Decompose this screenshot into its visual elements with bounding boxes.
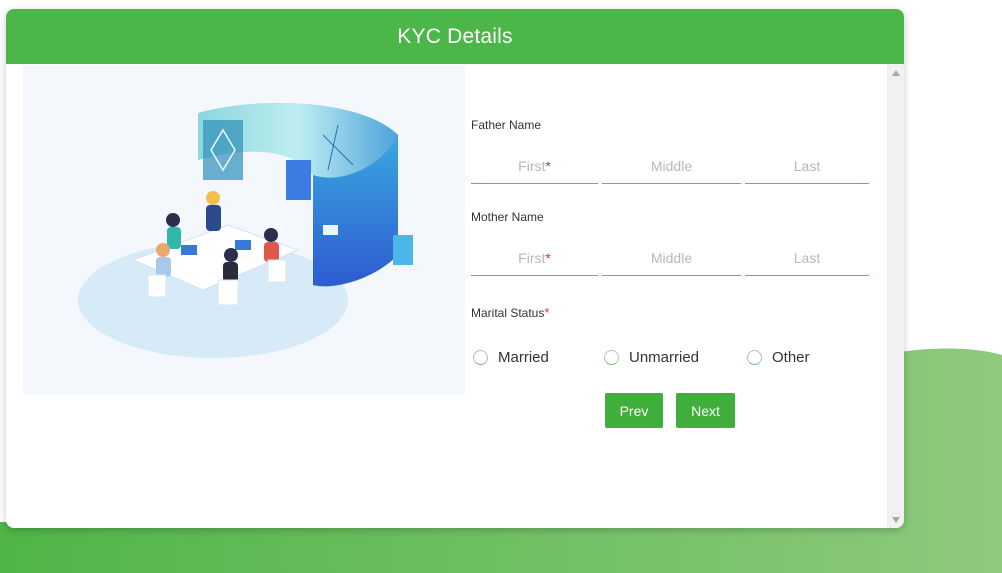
team-meeting-illustration: [23, 65, 465, 395]
required-asterisk: *: [544, 305, 550, 320]
next-button[interactable]: Next: [676, 393, 735, 428]
mother-name-label: Mother Name: [471, 210, 544, 224]
radio-unmarried[interactable]: Unmarried: [604, 349, 699, 366]
radio-married[interactable]: Married: [473, 349, 549, 366]
radio-unmarried-label: Unmarried: [629, 349, 700, 366]
scrollbar[interactable]: [887, 64, 904, 528]
radio-circle-icon[interactable]: [604, 350, 619, 365]
marital-status-label: Marital Status*: [471, 305, 549, 320]
father-last-input[interactable]: Last: [745, 148, 869, 184]
prev-button[interactable]: Prev: [605, 393, 663, 428]
mother-last-placeholder: Last: [793, 250, 821, 266]
father-last-placeholder: Last: [793, 158, 821, 174]
mother-middle-input[interactable]: Middle: [602, 240, 741, 276]
mother-last-input[interactable]: Last: [745, 240, 869, 276]
kyc-form: Father Name First* Middle Last Mother Na…: [471, 65, 871, 525]
marital-status-text: Marital Status: [471, 306, 545, 320]
required-asterisk: *: [545, 158, 551, 174]
mother-first-placeholder: First: [518, 250, 546, 266]
card-header: KYC Details: [6, 9, 904, 64]
radio-circle-icon[interactable]: [473, 350, 488, 365]
required-asterisk: *: [545, 250, 551, 266]
father-name-label: Father Name: [471, 118, 542, 132]
scroll-down-icon[interactable]: [887, 511, 904, 528]
mother-middle-placeholder: Middle: [650, 250, 693, 266]
mother-first-input[interactable]: First*: [471, 240, 598, 276]
page-title: KYC Details: [397, 24, 513, 48]
father-first-placeholder: First: [518, 158, 546, 174]
kyc-card: KYC Details Father Name First* Middle La…: [6, 9, 904, 528]
scroll-up-icon[interactable]: [887, 64, 904, 81]
radio-married-label: Married: [498, 349, 549, 366]
father-first-input[interactable]: First*: [471, 148, 598, 184]
radio-circle-icon[interactable]: [747, 350, 762, 365]
father-middle-placeholder: Middle: [650, 158, 693, 174]
radio-other[interactable]: Other: [747, 349, 810, 366]
father-middle-input[interactable]: Middle: [602, 148, 741, 184]
radio-other-label: Other: [772, 349, 810, 366]
